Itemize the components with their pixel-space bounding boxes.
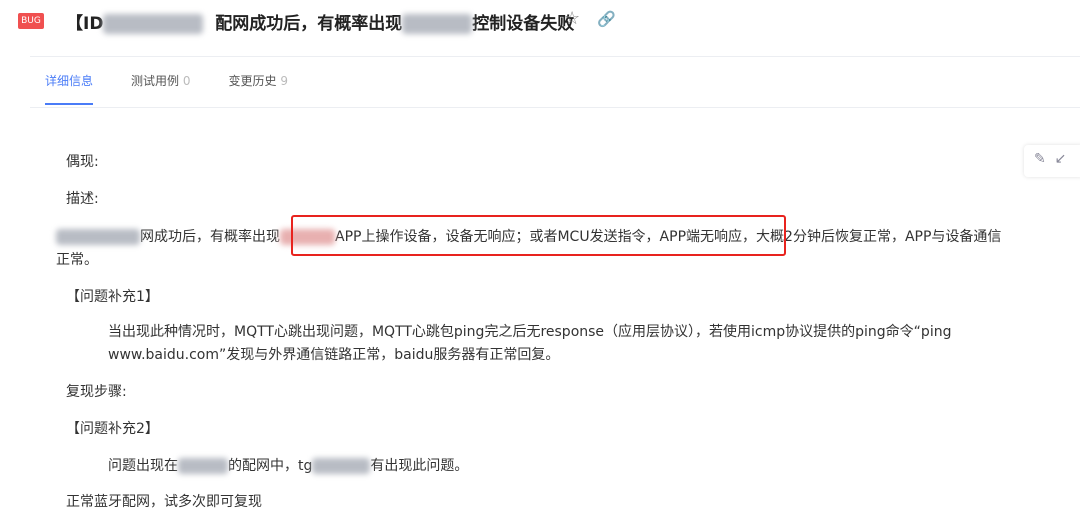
redacted bbox=[56, 229, 140, 245]
description-text-end: 正常。 bbox=[56, 252, 98, 268]
repro-text: 正常蓝牙配网，试多次即可复现 bbox=[66, 494, 262, 510]
label-description: 描述: bbox=[66, 191, 99, 207]
tab-change-history[interactable]: 变更历史 9 bbox=[229, 72, 288, 103]
supplement-2-text: 问题出现在 的配网中，tg 有出现此问题。 bbox=[108, 458, 469, 474]
toolbar: ✎ ↙ bbox=[1024, 145, 1080, 177]
tabs: 详细信息 测试用例 0 变更历史 9 bbox=[45, 72, 326, 105]
star-icon[interactable]: ☆ bbox=[564, 8, 580, 29]
tab-details[interactable]: 详细信息 bbox=[45, 72, 94, 105]
tab-test-cases[interactable]: 测试用例 0 bbox=[131, 72, 190, 103]
page-title: 【ID 配网成功后，有概率出现 控制设备失败 bbox=[66, 9, 574, 34]
title-prefix: 【ID bbox=[66, 14, 104, 34]
title-mid: 配网成功后，有概率出现 bbox=[215, 14, 403, 34]
link-icon[interactable]: 🔗 bbox=[597, 10, 616, 28]
label-repro-steps: 复现步骤: bbox=[66, 384, 127, 400]
tab-divider bbox=[30, 107, 1080, 108]
supplement-1-line1: 当出现此种情况时，MQTT心跳出现问题，MQTT心跳包ping完之后无respo… bbox=[108, 324, 952, 340]
redacted bbox=[312, 458, 371, 474]
supplement-2-heading: 【问题补充2】 bbox=[66, 421, 159, 437]
collapse-icon[interactable]: ↙ bbox=[1055, 151, 1067, 167]
title-suffix: 控制设备失败 bbox=[472, 14, 575, 34]
redacted bbox=[103, 14, 204, 34]
redacted bbox=[178, 458, 228, 474]
redacted bbox=[402, 14, 473, 34]
supplement-1-heading: 【问题补充1】 bbox=[66, 289, 159, 305]
highlight-box bbox=[291, 215, 786, 256]
bug-badge: BUG bbox=[18, 13, 44, 29]
divider bbox=[30, 56, 1080, 57]
label-occasional: 偶现: bbox=[66, 154, 99, 170]
supplement-1-line2: www.baidu.com”发现与外界通信链路正常，baidu服务器有正常回复。 bbox=[108, 347, 560, 363]
edit-icon[interactable]: ✎ bbox=[1034, 151, 1046, 167]
